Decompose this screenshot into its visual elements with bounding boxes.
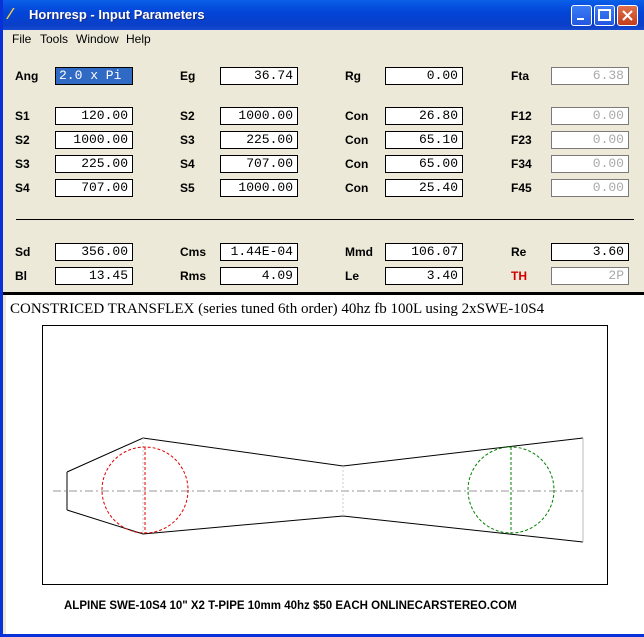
f45-label: F45 (511, 181, 532, 195)
close-icon (622, 10, 633, 21)
s3-field[interactable]: 225.00 (55, 155, 133, 173)
input-parameters-panel: Ang 2.0 x Pi Eg 36.74 Rg 0.00 Fta 6.38 S… (6, 49, 644, 292)
fta-field[interactable]: 6.38 (551, 67, 629, 85)
con2-label: Con (345, 133, 369, 147)
horn-lower-wall (66, 509, 584, 543)
s4-label: S4 (15, 181, 30, 195)
f45-field[interactable]: 0.00 (551, 179, 629, 197)
th-label: TH (511, 269, 527, 283)
s2-label-col2: S2 (180, 109, 195, 123)
s5-field[interactable]: 1000.00 (220, 179, 298, 197)
f12-label: F12 (511, 109, 532, 123)
s3-label: S3 (15, 157, 30, 171)
ang-field[interactable]: 2.0 x Pi (55, 67, 133, 85)
s1-field[interactable]: 120.00 (55, 107, 133, 125)
f23-label: F23 (511, 133, 532, 147)
th-field[interactable]: 2P (551, 267, 629, 285)
horn-drawing-panel: CONSTRICED TRANSFLEX (series tuned 6th o… (6, 295, 644, 634)
title-bar[interactable]: ⁄ Hornresp - Input Parameters (3, 0, 644, 30)
menu-help[interactable]: Help (126, 32, 151, 46)
cms-label: Cms (180, 245, 207, 259)
f34-label: F34 (511, 157, 532, 171)
ang-label: Ang (15, 69, 39, 83)
horn-diagram-frame (42, 325, 608, 585)
le-field[interactable]: 3.40 (385, 267, 463, 285)
mmd-field[interactable]: 106.07 (385, 243, 463, 261)
con3-field[interactable]: 65.00 (385, 155, 463, 173)
minimize-icon (577, 18, 584, 20)
bl-label: Bl (15, 269, 27, 283)
s4-label-col2: S4 (180, 157, 195, 171)
con1-label: Con (345, 109, 369, 123)
f12-field[interactable]: 0.00 (551, 107, 629, 125)
sd-label: Sd (15, 245, 31, 259)
s3-label-col2: S3 (180, 133, 195, 147)
rg-field[interactable]: 0.00 (385, 67, 463, 85)
fta-label: Fta (511, 69, 529, 83)
s3-field-col2[interactable]: 225.00 (220, 131, 298, 149)
menu-file[interactable]: File (12, 32, 31, 46)
bl-field[interactable]: 13.45 (55, 267, 133, 285)
con4-field[interactable]: 25.40 (385, 179, 463, 197)
section-divider (16, 219, 634, 220)
menu-bar: File Tools Window Help (6, 30, 644, 49)
s2-label: S2 (15, 133, 30, 147)
sd-field[interactable]: 356.00 (55, 243, 133, 261)
hornresp-app-icon[interactable]: ⁄ (9, 6, 25, 24)
eg-field[interactable]: 36.74 (220, 67, 298, 85)
con1-field[interactable]: 26.80 (385, 107, 463, 125)
rms-field[interactable]: 4.09 (220, 267, 298, 285)
con2-field[interactable]: 65.10 (385, 131, 463, 149)
mmd-label: Mmd (345, 245, 373, 259)
drawing-caption: ALPINE SWE-10S4 10" X2 T-PIPE 10mm 40hz … (64, 600, 517, 612)
maximize-button[interactable] (594, 5, 615, 26)
s1-label: S1 (15, 109, 30, 123)
maximize-icon (598, 9, 611, 21)
f23-field[interactable]: 0.00 (551, 131, 629, 149)
eg-label: Eg (180, 69, 196, 83)
main-window: ⁄ Hornresp - Input Parameters File Tools… (0, 0, 644, 637)
con3-label: Con (345, 157, 369, 171)
minimize-button[interactable] (571, 5, 592, 26)
le-label: Le (345, 269, 360, 283)
s5-label: S5 (180, 181, 195, 195)
s2-field[interactable]: 1000.00 (55, 131, 133, 149)
rms-label: Rms (180, 269, 207, 283)
cms-field[interactable]: 1.44E-04 (220, 243, 298, 261)
f34-field[interactable]: 0.00 (551, 155, 629, 173)
menu-window[interactable]: Window (76, 32, 119, 46)
s2-field-col2[interactable]: 1000.00 (220, 107, 298, 125)
s4-field-col2[interactable]: 707.00 (220, 155, 298, 173)
horn-upper-wall (66, 437, 584, 473)
drawing-headline: CONSTRICED TRANSFLEX (series tuned 6th o… (10, 301, 545, 317)
s4-field[interactable]: 707.00 (55, 179, 133, 197)
close-button[interactable] (617, 5, 638, 26)
re-field[interactable]: 3.60 (551, 243, 629, 261)
horn-profile-diagram (53, 437, 584, 543)
rg-label: Rg (345, 69, 361, 83)
con4-label: Con (345, 181, 369, 195)
menu-tools[interactable]: Tools (40, 32, 68, 46)
re-label: Re (511, 245, 527, 259)
window-title: Hornresp - Input Parameters (29, 7, 205, 22)
